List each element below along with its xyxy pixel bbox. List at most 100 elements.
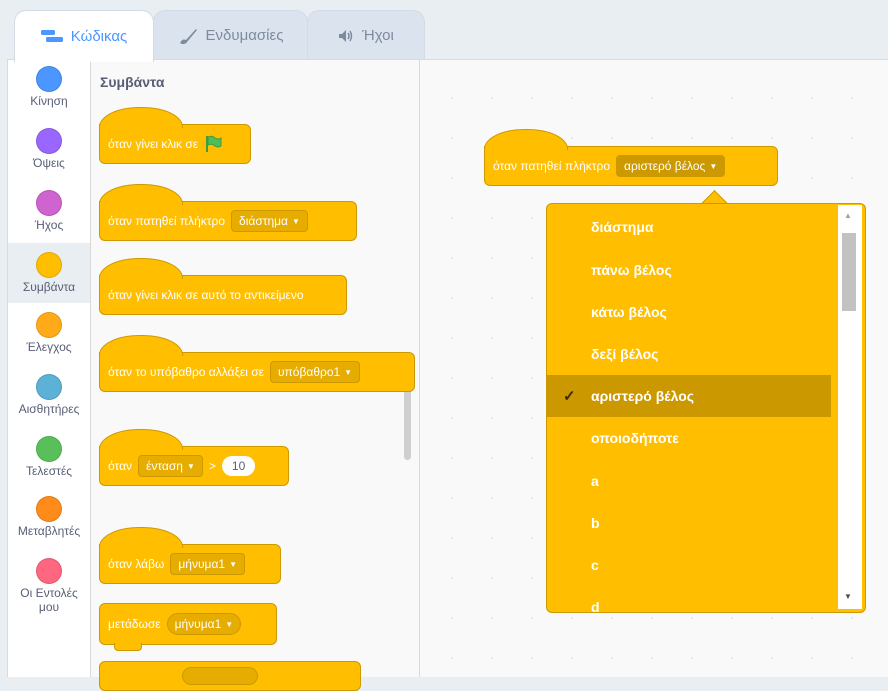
tab-sounds-label: Ήχοι xyxy=(362,27,394,44)
dropdown-option[interactable]: κάτω βέλος xyxy=(547,291,831,333)
tab-costumes-label: Ενδυμασίες xyxy=(205,27,284,44)
option-label: αριστερό βέλος xyxy=(591,388,695,404)
option-label: d xyxy=(591,599,600,613)
dropdown-scrollbar[interactable]: ▲ ▼ xyxy=(838,205,862,609)
greater-than-symbol: > xyxy=(208,459,216,473)
broadcast-block[interactable]: μετάδωσε μήνυμα1 ▼ xyxy=(99,603,277,651)
option-label: οποιοδήποτε xyxy=(591,430,679,446)
tab-sounds[interactable]: Ήχοι xyxy=(307,10,425,60)
category-label: Συμβάντα xyxy=(22,280,76,294)
block-label: μετάδωσε xyxy=(108,617,161,631)
category-label: Κίνηση xyxy=(30,94,68,108)
option-label: διάστημα xyxy=(591,219,654,235)
key-dropdown-menu: διάστημα πάνω βέλος κάτω βέλος δεξί βέλο… xyxy=(546,203,866,613)
sensing-color-dot xyxy=(36,374,62,400)
palette-scrollbar[interactable] xyxy=(404,380,411,460)
block-label: όταν λάβω xyxy=(108,557,165,571)
category-sensing[interactable]: Αισθητήρες xyxy=(8,368,90,428)
block-label: όταν γίνει κλικ σε xyxy=(108,137,199,151)
palette-title: Συμβάντα xyxy=(100,74,165,90)
backdrop-dropdown[interactable]: υπόβαθρο1 ▼ xyxy=(269,361,361,383)
workspace-when-key-pressed-block[interactable]: όταν πατηθεί πλήκτρο αριστερό βέλος ▼ xyxy=(484,129,778,186)
tab-costumes[interactable]: Ενδυμασίες xyxy=(153,10,308,60)
chevron-down-icon: ▼ xyxy=(344,367,353,377)
block-label: όταν το υπόβαθρο αλλάξει σε xyxy=(108,365,264,379)
category-operators[interactable]: Τελεστές xyxy=(8,430,90,490)
category-label: Όψεις xyxy=(33,156,65,170)
chevron-down-icon: ▼ xyxy=(225,619,234,629)
tab-code[interactable]: Κώδικας xyxy=(14,10,154,62)
chevron-down-icon: ▼ xyxy=(709,161,718,171)
category-my-blocks[interactable]: Οι Εντολές μου xyxy=(8,552,90,622)
block-label: όταν γίνει κλικ σε αυτό το αντικείμενο xyxy=(108,288,304,302)
dropdown-option[interactable]: διάστημα xyxy=(547,206,831,248)
dropdown-value: διάστημα xyxy=(239,214,288,228)
brush-icon xyxy=(178,27,198,45)
when-receive-block[interactable]: όταν λάβω μήνυμα1 ▼ xyxy=(99,527,281,584)
dropdown-value: μήνυμα1 xyxy=(174,617,222,631)
dropdown-option[interactable]: δεξί βέλος xyxy=(547,333,831,375)
broadcast-message-dropdown[interactable]: μήνυμα1 ▼ xyxy=(166,613,242,635)
scrollbar-thumb[interactable] xyxy=(842,233,856,311)
dropdown-option[interactable]: a xyxy=(547,460,831,502)
dropdown-option[interactable]: b xyxy=(547,502,831,544)
speaker-icon xyxy=(338,29,354,43)
dropdown-option[interactable]: πάνω βέλος xyxy=(547,249,831,291)
when-backdrop-switches-block[interactable]: όταν το υπόβαθρο αλλάξει σε υπόβαθρο1 ▼ xyxy=(99,335,415,392)
looks-color-dot xyxy=(36,128,62,154)
sensor-dropdown[interactable]: ένταση ▼ xyxy=(138,455,203,477)
number-input[interactable]: 10 xyxy=(221,456,256,476)
control-color-dot xyxy=(36,312,62,338)
when-flag-clicked-block[interactable]: όταν γίνει κλικ σε xyxy=(99,107,251,164)
scroll-down-icon[interactable]: ▼ xyxy=(844,592,852,601)
category-label: Ήχος xyxy=(34,218,64,232)
dropdown-value: ένταση xyxy=(146,459,183,473)
green-flag-icon xyxy=(204,135,222,153)
motion-color-dot xyxy=(36,66,62,92)
dropdown-option[interactable]: c xyxy=(547,544,831,586)
category-variables[interactable]: Μεταβλητές xyxy=(8,490,90,550)
tab-code-label: Κώδικας xyxy=(70,28,128,45)
category-looks[interactable]: Όψεις xyxy=(8,122,90,182)
dropdown-value: μήνυμα1 xyxy=(178,557,226,571)
variables-color-dot xyxy=(36,496,62,522)
category-motion[interactable]: Κίνηση xyxy=(8,60,90,120)
option-label: πάνω βέλος xyxy=(591,262,672,278)
dropdown-option[interactable]: d xyxy=(547,586,831,613)
code-icon xyxy=(40,29,63,44)
category-label: Τελεστές xyxy=(26,464,72,478)
sound-color-dot xyxy=(36,190,62,216)
events-color-dot xyxy=(36,252,62,278)
chevron-down-icon: ▼ xyxy=(186,461,195,471)
when-greater-than-block[interactable]: όταν ένταση ▼ > 10 xyxy=(99,429,289,486)
option-label: c xyxy=(591,557,599,573)
when-sprite-clicked-block[interactable]: όταν γίνει κλικ σε αυτό το αντικείμενο xyxy=(99,258,347,315)
broadcast-and-wait-block[interactable] xyxy=(99,661,361,691)
category-events[interactable]: Συμβάντα xyxy=(8,243,90,303)
option-label: κάτω βέλος xyxy=(591,304,667,320)
my-blocks-color-dot xyxy=(36,558,62,584)
category-label: Έλεγχος xyxy=(26,340,72,354)
option-label: b xyxy=(591,515,600,531)
category-control[interactable]: Έλεγχος xyxy=(8,306,90,366)
dropdown-value: υπόβαθρο1 xyxy=(277,365,341,379)
partial-message-field xyxy=(182,667,258,685)
key-dropdown[interactable]: διάστημα ▼ xyxy=(231,210,308,232)
category-label: Οι Εντολές μου xyxy=(20,586,78,614)
workspace-key-dropdown[interactable]: αριστερό βέλος ▼ xyxy=(616,155,726,177)
scroll-up-icon[interactable]: ▲ xyxy=(844,211,852,220)
dropdown-option-selected[interactable]: ✓ αριστερό βέλος xyxy=(547,375,831,417)
checkmark-icon: ✓ xyxy=(563,388,576,405)
operators-color-dot xyxy=(36,436,62,462)
chevron-down-icon: ▼ xyxy=(292,216,300,226)
category-label: Αισθητήρες xyxy=(18,402,80,416)
when-key-pressed-block[interactable]: όταν πατηθεί πλήκτρο διάστημα ▼ xyxy=(99,184,357,241)
block-label: όταν πατηθεί πλήκτρο xyxy=(493,159,611,173)
dropdown-option[interactable]: οποιοδήποτε xyxy=(547,417,831,459)
option-label: δεξί βέλος xyxy=(591,346,659,362)
category-label: Μεταβλητές xyxy=(17,524,81,538)
message-dropdown[interactable]: μήνυμα1 ▼ xyxy=(170,553,245,575)
block-label: όταν xyxy=(108,459,133,473)
dropdown-value: αριστερό βέλος xyxy=(624,159,706,173)
category-sound[interactable]: Ήχος xyxy=(8,184,90,244)
